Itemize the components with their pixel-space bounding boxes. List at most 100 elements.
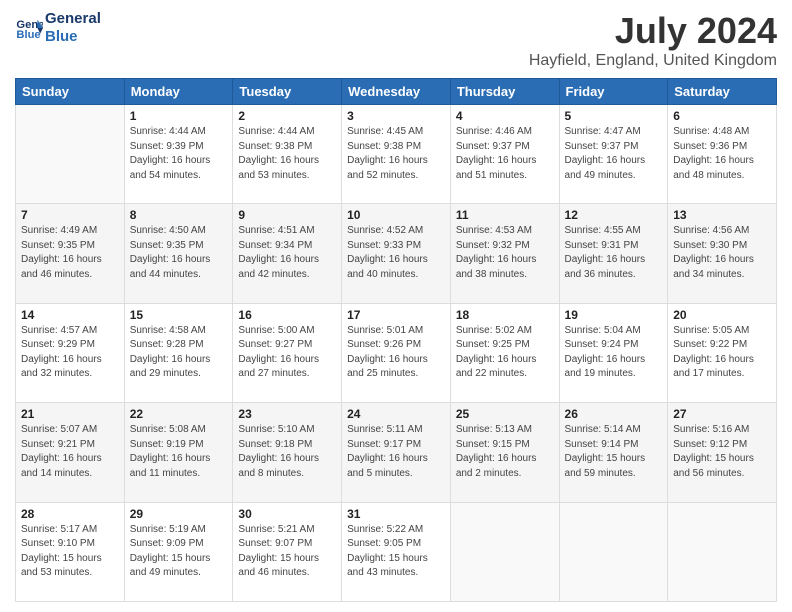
- svg-text:Blue: Blue: [16, 29, 40, 41]
- calendar-week-row: 7Sunrise: 4:49 AM Sunset: 9:35 PM Daylig…: [16, 204, 777, 303]
- title-block: July 2024 Hayfield, England, United King…: [529, 10, 777, 70]
- day-info: Sunrise: 4:45 AM Sunset: 9:38 PM Dayligh…: [347, 125, 445, 183]
- day-number: 8: [130, 208, 228, 222]
- day-info: Sunrise: 4:58 AM Sunset: 9:28 PM Dayligh…: [130, 324, 228, 382]
- day-info: Sunrise: 4:44 AM Sunset: 9:38 PM Dayligh…: [238, 125, 336, 183]
- day-number: 18: [456, 308, 554, 322]
- logo-icon: General Blue: [15, 14, 43, 42]
- day-number: 21: [21, 407, 119, 421]
- day-number: 17: [347, 308, 445, 322]
- day-number: 28: [21, 507, 119, 521]
- day-number: 3: [347, 109, 445, 123]
- day-info: Sunrise: 4:57 AM Sunset: 9:29 PM Dayligh…: [21, 324, 119, 382]
- day-info: Sunrise: 4:50 AM Sunset: 9:35 PM Dayligh…: [130, 224, 228, 282]
- calendar-cell: [559, 502, 668, 601]
- logo: General Blue General Blue: [15, 10, 101, 46]
- day-number: 22: [130, 407, 228, 421]
- calendar-cell: 20Sunrise: 5:05 AM Sunset: 9:22 PM Dayli…: [668, 303, 777, 402]
- calendar-cell: 25 Sunrise: 5:13 AM Sunset: 9:15 PM Dayli…: [450, 403, 559, 502]
- day-info: Sunrise: 5:07 AM Sunset: 9:21 PM Dayligh…: [21, 423, 119, 481]
- calendar-header-sunday: Sunday: [16, 79, 125, 105]
- calendar-header-wednesday: Wednesday: [342, 79, 451, 105]
- day-info: Sunrise: 4:51 AM Sunset: 9:34 PM Dayligh…: [238, 224, 336, 282]
- day-info: Sunrise: 4:56 AM Sunset: 9:30 PM Dayligh…: [673, 224, 771, 282]
- day-info: Sunrise: 5:16 AM Sunset: 9:12 PM Dayligh…: [673, 423, 771, 481]
- calendar-cell: 27 Sunrise: 5:16 AM Sunset: 9:12 PM Dayli…: [668, 403, 777, 502]
- calendar-cell: 15 Sunrise: 4:58 AM Sunset: 9:28 PM Dayli…: [124, 303, 233, 402]
- calendar-cell: 11Sunrise: 4:53 AM Sunset: 9:32 PM Dayli…: [450, 204, 559, 303]
- day-info: Sunrise: 5:04 AM Sunset: 9:24 PM Dayligh…: [565, 324, 663, 382]
- day-number: 23: [238, 407, 336, 421]
- calendar-cell: 14 Sunrise: 4:57 AM Sunset: 9:29 PM Dayli…: [16, 303, 125, 402]
- calendar-cell: 22 Sunrise: 5:08 AM Sunset: 9:19 PM Dayli…: [124, 403, 233, 502]
- calendar-cell: 29Sunrise: 5:19 AM Sunset: 9:09 PM Dayli…: [124, 502, 233, 601]
- day-number: 19: [565, 308, 663, 322]
- calendar-week-row: 14 Sunrise: 4:57 AM Sunset: 9:29 PM Dayli…: [16, 303, 777, 402]
- calendar-cell: 9 Sunrise: 4:51 AM Sunset: 9:34 PM Daylig…: [233, 204, 342, 303]
- calendar-cell: 8 Sunrise: 4:50 AM Sunset: 9:35 PM Daylig…: [124, 204, 233, 303]
- day-info: Sunrise: 5:02 AM Sunset: 9:25 PM Dayligh…: [456, 324, 554, 382]
- day-info: Sunrise: 5:13 AM Sunset: 9:15 PM Dayligh…: [456, 423, 554, 481]
- day-number: 13: [673, 208, 771, 222]
- calendar-cell: 1 Sunrise: 4:44 AM Sunset: 9:39 PM Daylig…: [124, 105, 233, 204]
- day-number: 29: [130, 507, 228, 521]
- calendar-week-row: 1 Sunrise: 4:44 AM Sunset: 9:39 PM Daylig…: [16, 105, 777, 204]
- calendar-cell: 26 Sunrise: 5:14 AM Sunset: 9:14 PM Dayli…: [559, 403, 668, 502]
- calendar-table: SundayMondayTuesdayWednesdayThursdayFrid…: [15, 78, 777, 602]
- day-number: 14: [21, 308, 119, 322]
- day-number: 15: [130, 308, 228, 322]
- calendar-cell: 2 Sunrise: 4:44 AM Sunset: 9:38 PM Daylig…: [233, 105, 342, 204]
- day-info: Sunrise: 5:00 AM Sunset: 9:27 PM Dayligh…: [238, 324, 336, 382]
- day-number: 1: [130, 109, 228, 123]
- calendar-cell: 10Sunrise: 4:52 AM Sunset: 9:33 PM Dayli…: [342, 204, 451, 303]
- day-info: Sunrise: 5:01 AM Sunset: 9:26 PM Dayligh…: [347, 324, 445, 382]
- calendar-week-row: 21 Sunrise: 5:07 AM Sunset: 9:21 PM Dayli…: [16, 403, 777, 502]
- day-info: Sunrise: 5:11 AM Sunset: 9:17 PM Dayligh…: [347, 423, 445, 481]
- calendar-header-thursday: Thursday: [450, 79, 559, 105]
- calendar-cell: 23 Sunrise: 5:10 AM Sunset: 9:18 PM Dayli…: [233, 403, 342, 502]
- day-number: 30: [238, 507, 336, 521]
- calendar-cell: 19 Sunrise: 5:04 AM Sunset: 9:24 PM Dayli…: [559, 303, 668, 402]
- day-info: Sunrise: 5:17 AM Sunset: 9:10 PM Dayligh…: [21, 523, 119, 581]
- day-info: Sunrise: 5:10 AM Sunset: 9:18 PM Dayligh…: [238, 423, 336, 481]
- day-number: 16: [238, 308, 336, 322]
- page: General Blue General Blue July 2024 Hayf…: [0, 0, 792, 612]
- header: General Blue General Blue July 2024 Hayf…: [15, 10, 777, 70]
- day-info: Sunrise: 5:21 AM Sunset: 9:07 PM Dayligh…: [238, 523, 336, 581]
- day-number: 10: [347, 208, 445, 222]
- day-info: Sunrise: 5:14 AM Sunset: 9:14 PM Dayligh…: [565, 423, 663, 481]
- calendar-cell: 16 Sunrise: 5:00 AM Sunset: 9:27 PM Dayli…: [233, 303, 342, 402]
- day-info: Sunrise: 5:08 AM Sunset: 9:19 PM Dayligh…: [130, 423, 228, 481]
- day-number: 26: [565, 407, 663, 421]
- day-info: Sunrise: 4:44 AM Sunset: 9:39 PM Dayligh…: [130, 125, 228, 183]
- day-info: Sunrise: 4:47 AM Sunset: 9:37 PM Dayligh…: [565, 125, 663, 183]
- day-number: 7: [21, 208, 119, 222]
- day-number: 31: [347, 507, 445, 521]
- day-number: 5: [565, 109, 663, 123]
- calendar-cell: 3 Sunrise: 4:45 AM Sunset: 9:38 PM Daylig…: [342, 105, 451, 204]
- calendar-header-friday: Friday: [559, 79, 668, 105]
- calendar-cell: 24 Sunrise: 5:11 AM Sunset: 9:17 PM Dayli…: [342, 403, 451, 502]
- day-number: 24: [347, 407, 445, 421]
- main-title: July 2024: [529, 10, 777, 52]
- calendar-cell: 12Sunrise: 4:55 AM Sunset: 9:31 PM Dayli…: [559, 204, 668, 303]
- calendar-header-row: SundayMondayTuesdayWednesdayThursdayFrid…: [16, 79, 777, 105]
- calendar-cell: 31 Sunrise: 5:22 AM Sunset: 9:05 PM Dayli…: [342, 502, 451, 601]
- calendar-cell: 7Sunrise: 4:49 AM Sunset: 9:35 PM Daylig…: [16, 204, 125, 303]
- calendar-header-saturday: Saturday: [668, 79, 777, 105]
- calendar-cell: [668, 502, 777, 601]
- day-number: 25: [456, 407, 554, 421]
- day-info: Sunrise: 5:22 AM Sunset: 9:05 PM Dayligh…: [347, 523, 445, 581]
- day-number: 9: [238, 208, 336, 222]
- day-number: 2: [238, 109, 336, 123]
- calendar-header-tuesday: Tuesday: [233, 79, 342, 105]
- day-info: Sunrise: 4:53 AM Sunset: 9:32 PM Dayligh…: [456, 224, 554, 282]
- calendar-week-row: 28 Sunrise: 5:17 AM Sunset: 9:10 PM Dayli…: [16, 502, 777, 601]
- day-number: 6: [673, 109, 771, 123]
- day-number: 20: [673, 308, 771, 322]
- logo-line2: Blue: [45, 28, 101, 46]
- calendar-cell: 5 Sunrise: 4:47 AM Sunset: 9:37 PM Daylig…: [559, 105, 668, 204]
- calendar-cell: 18 Sunrise: 5:02 AM Sunset: 9:25 PM Dayli…: [450, 303, 559, 402]
- day-number: 27: [673, 407, 771, 421]
- calendar-cell: 30 Sunrise: 5:21 AM Sunset: 9:07 PM Dayli…: [233, 502, 342, 601]
